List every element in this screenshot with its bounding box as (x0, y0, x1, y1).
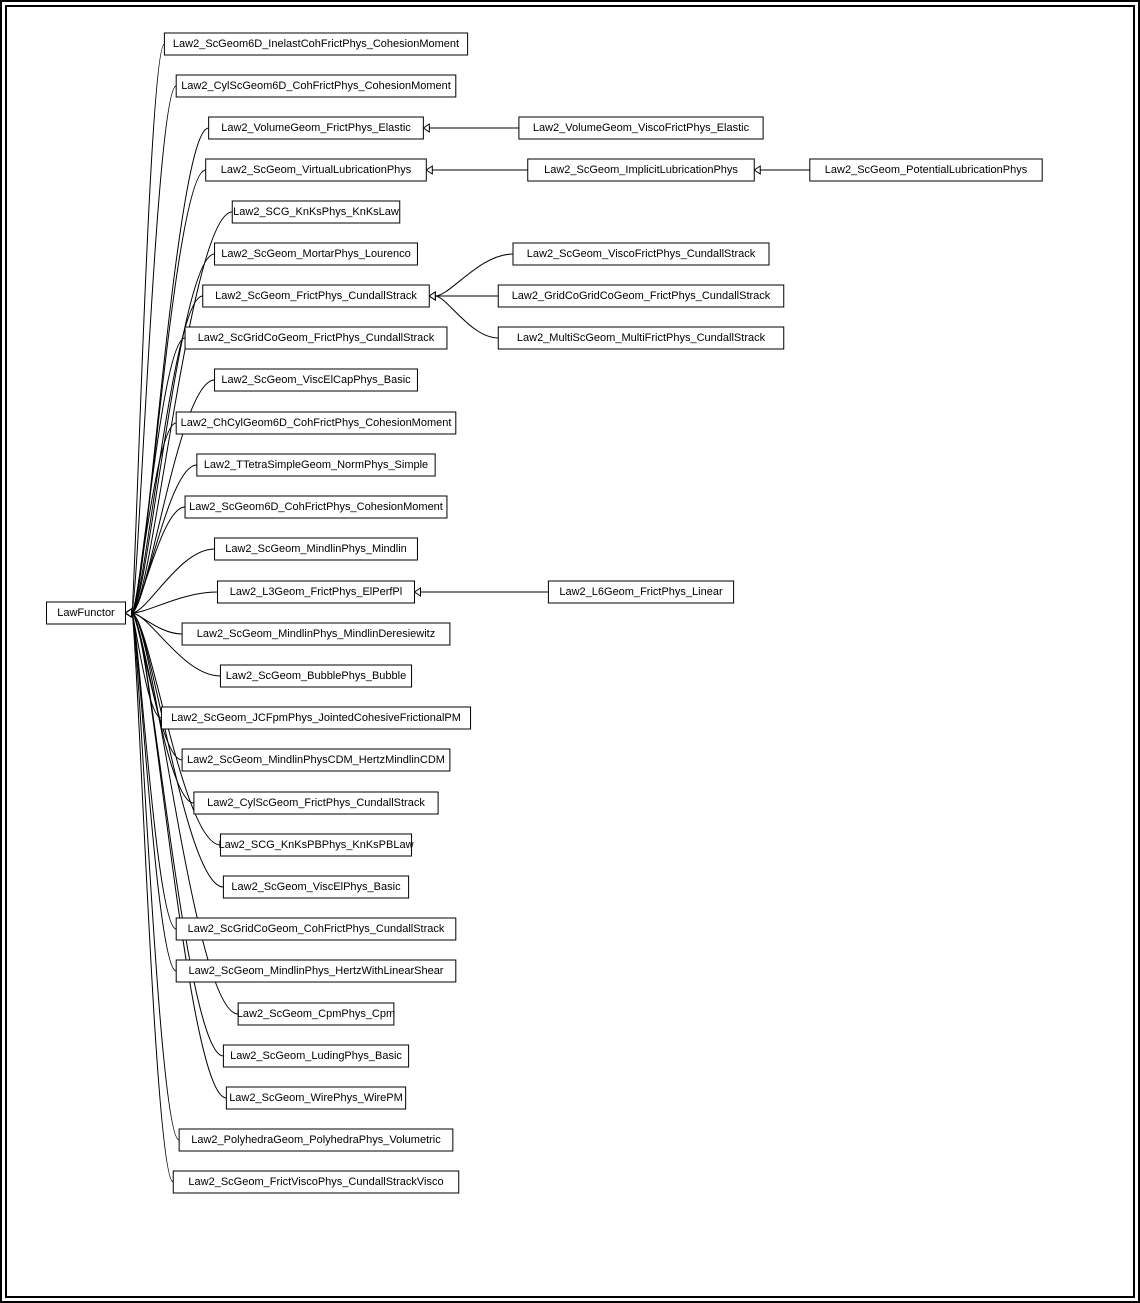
class-node[interactable]: Law2_ScGeom_BubblePhys_Bubble (220, 665, 411, 687)
class-label: Law2_SCG_KnKsPBPhys_KnKsPBLaw (218, 839, 413, 851)
class-label: Law2_ScGeom_MindlinPhys_HertzWithLinearS… (189, 965, 444, 977)
class-node[interactable]: Law2_ScGeom_MindlinPhys_HertzWithLinearS… (176, 960, 456, 982)
class-label: Law2_ScGeom_WirePhys_WirePM (229, 1092, 403, 1104)
class-node[interactable]: Law2_ScGeom_FrictPhys_CundallStrack (203, 285, 430, 307)
class-label: LawFunctor (57, 607, 115, 619)
class-node[interactable]: Law2_ScGeom_MindlinPhys_Mindlin (215, 538, 418, 560)
class-label: Law2_SCG_KnKsPhys_KnKsLaw (233, 206, 399, 218)
class-label: Law2_ScGeom_MortarPhys_Lourenco (221, 248, 411, 260)
class-node[interactable]: Law2_TTetraSimpleGeom_NormPhys_Simple (197, 454, 435, 476)
class-node[interactable]: Law2_ScGridCoGeom_FrictPhys_CundallStrac… (185, 327, 447, 349)
class-label: Law2_ScGeom_ViscElPhys_Basic (231, 881, 401, 893)
class-node[interactable]: LawFunctor (47, 602, 126, 624)
class-label: Law2_ScGridCoGeom_CohFrictPhys_CundallSt… (188, 923, 445, 935)
class-label: Law2_L6Geom_FrictPhys_Linear (559, 586, 723, 598)
class-node[interactable]: Law2_ScGeom_MortarPhys_Lourenco (215, 243, 418, 265)
class-node[interactable]: Law2_SCG_KnKsPBPhys_KnKsPBLaw (218, 834, 413, 856)
class-node[interactable]: Law2_ScGeom_JCFpmPhys_JointedCohesiveFri… (161, 707, 470, 729)
class-label: Law2_ScGeom_FrictViscoPhys_CundallStrack… (188, 1176, 443, 1188)
class-node[interactable]: Law2_ScGeom_ViscElPhys_Basic (223, 876, 408, 898)
class-label: Law2_ScGeom_BubblePhys_Bubble (226, 670, 406, 682)
class-node[interactable]: Law2_ChCylGeom6D_CohFrictPhys_CohesionMo… (176, 412, 456, 434)
class-label: Law2_ScGeom_ViscoFrictPhys_CundallStrack (527, 248, 756, 260)
class-label: Law2_VolumeGeom_FrictPhys_Elastic (221, 122, 411, 134)
class-node[interactable]: Law2_ScGeom_ViscoFrictPhys_CundallStrack (513, 243, 769, 265)
class-node[interactable]: Law2_ScGeom_CpmPhys_Cpm (237, 1003, 395, 1025)
class-node[interactable]: Law2_VolumeGeom_FrictPhys_Elastic (209, 117, 424, 139)
class-label: Law2_ScGridCoGeom_FrictPhys_CundallStrac… (198, 332, 435, 344)
class-label: Law2_L3Geom_FrictPhys_ElPerfPl (230, 586, 402, 598)
class-node[interactable]: Law2_L6Geom_FrictPhys_Linear (548, 581, 733, 603)
class-label: Law2_ScGeom_ImplicitLubricationPhys (544, 164, 738, 176)
class-label: Law2_ScGeom_MindlinPhysCDM_HertzMindlinC… (187, 754, 445, 766)
class-label: Law2_ScGeom_MindlinPhys_Mindlin (225, 543, 407, 555)
class-label: Law2_MultiScGeom_MultiFrictPhys_CundallS… (517, 332, 766, 344)
class-label: Law2_ScGeom6D_CohFrictPhys_CohesionMomen… (189, 501, 443, 513)
class-node[interactable]: Law2_ScGeom_MindlinPhysCDM_HertzMindlinC… (182, 749, 450, 771)
class-node[interactable]: Law2_MultiScGeom_MultiFrictPhys_CundallS… (498, 327, 784, 349)
class-label: Law2_ScGeom_CpmPhys_Cpm (237, 1008, 395, 1020)
class-node[interactable]: Law2_ScGeom_FrictViscoPhys_CundallStrack… (173, 1171, 459, 1193)
class-label: Law2_ScGeom_FrictPhys_CundallStrack (215, 290, 417, 302)
class-node[interactable]: Law2_ScGridCoGeom_CohFrictPhys_CundallSt… (176, 918, 456, 940)
class-node[interactable]: Law2_ScGeom6D_InelastCohFrictPhys_Cohesi… (164, 33, 467, 55)
class-node[interactable]: Law2_ScGeom_PotentialLubricationPhys (810, 159, 1042, 181)
class-label: Law2_ScGeom_LudingPhys_Basic (230, 1050, 402, 1062)
class-node[interactable]: Law2_ScGeom_WirePhys_WirePM (226, 1087, 405, 1109)
class-label: Law2_VolumeGeom_ViscoFrictPhys_Elastic (533, 122, 750, 134)
class-node[interactable]: Law2_ScGeom_ViscElCapPhys_Basic (215, 369, 418, 391)
class-label: Law2_ScGeom_VirtualLubricationPhys (221, 164, 412, 176)
class-node[interactable]: Law2_PolyhedraGeom_PolyhedraPhys_Volumet… (179, 1129, 453, 1151)
class-node[interactable]: Law2_ScGeom6D_CohFrictPhys_CohesionMomen… (185, 496, 447, 518)
class-node[interactable]: Law2_CylScGeom_FrictPhys_CundallStrack (194, 792, 438, 814)
class-node[interactable]: Law2_ScGeom_ImplicitLubricationPhys (528, 159, 755, 181)
class-label: Law2_ScGeom_PotentialLubricationPhys (825, 164, 1028, 176)
class-node[interactable]: Law2_CylScGeom6D_CohFrictPhys_CohesionMo… (176, 75, 456, 97)
class-node[interactable]: Law2_ScGeom_LudingPhys_Basic (223, 1045, 408, 1067)
class-label: Law2_ScGeom_MindlinPhys_MindlinDeresiewi… (197, 628, 435, 640)
class-node[interactable]: Law2_L3Geom_FrictPhys_ElPerfPl (218, 581, 415, 603)
class-label: Law2_PolyhedraGeom_PolyhedraPhys_Volumet… (191, 1134, 441, 1146)
class-node[interactable]: Law2_ScGeom_MindlinPhys_MindlinDeresiewi… (182, 623, 450, 645)
class-label: Law2_GridCoGridCoGeom_FrictPhys_CundallS… (512, 290, 771, 302)
class-label: Law2_CylScGeom6D_CohFrictPhys_CohesionMo… (181, 80, 451, 92)
class-label: Law2_ScGeom_ViscElCapPhys_Basic (221, 374, 411, 386)
class-label: Law2_ChCylGeom6D_CohFrictPhys_CohesionMo… (181, 417, 452, 429)
class-node[interactable]: Law2_ScGeom_VirtualLubricationPhys (206, 159, 427, 181)
class-node[interactable]: Law2_SCG_KnKsPhys_KnKsLaw (232, 201, 400, 223)
class-label: Law2_CylScGeom_FrictPhys_CundallStrack (207, 797, 425, 809)
class-node[interactable]: Law2_GridCoGridCoGeom_FrictPhys_CundallS… (498, 285, 784, 307)
class-node[interactable]: Law2_VolumeGeom_ViscoFrictPhys_Elastic (519, 117, 763, 139)
class-label: Law2_TTetraSimpleGeom_NormPhys_Simple (204, 459, 428, 471)
class-label: Law2_ScGeom_JCFpmPhys_JointedCohesiveFri… (171, 712, 461, 724)
class-label: Law2_ScGeom6D_InelastCohFrictPhys_Cohesi… (173, 38, 459, 50)
